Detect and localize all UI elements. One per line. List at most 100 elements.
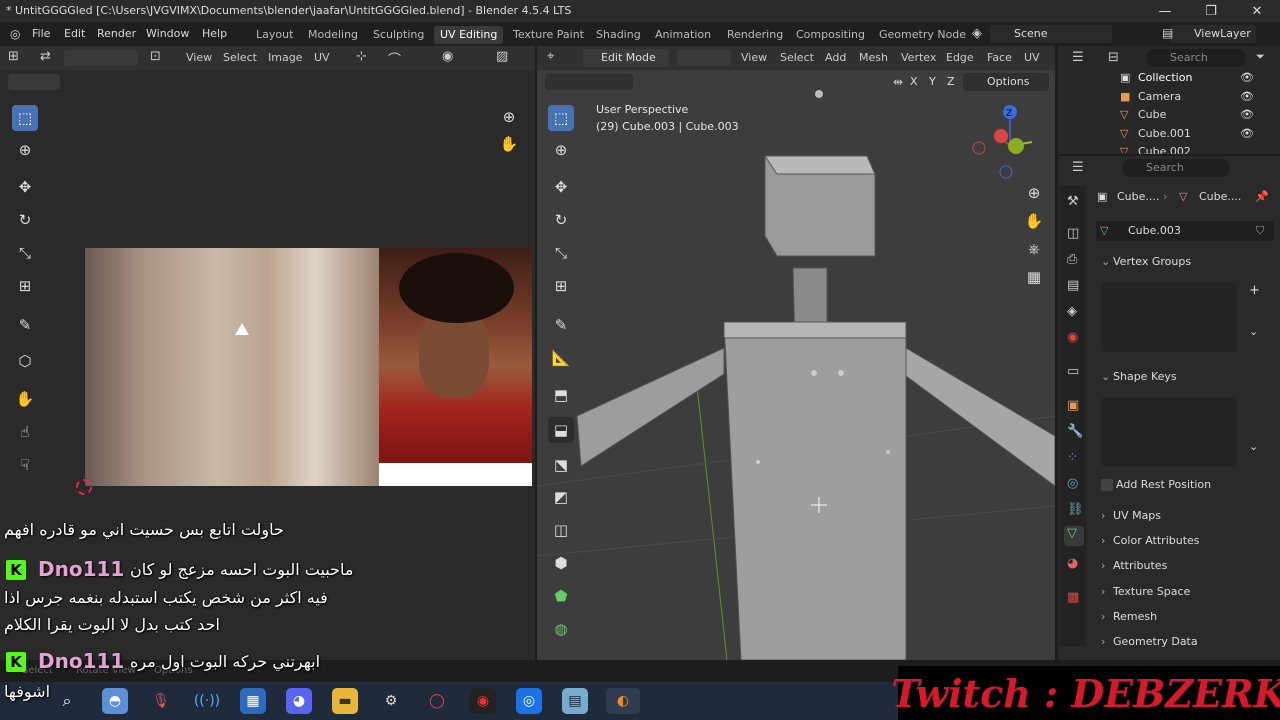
outliner-item-cube-001[interactable]: Cube.001 bbox=[1138, 127, 1191, 140]
pivot-icon[interactable]: ⊹ bbox=[356, 49, 367, 64]
annotate-tool-icon[interactable]: ✎ bbox=[12, 312, 38, 338]
discord-icon[interactable]: ◕ bbox=[286, 688, 312, 714]
object-tab-icon[interactable]: ▣ bbox=[1067, 398, 1079, 413]
rotate-tool-icon[interactable]: ↻ bbox=[12, 207, 38, 233]
mesh-data-selector[interactable]: ▽ Cube.003 ⛉ bbox=[1096, 221, 1274, 241]
2d-cursor-icon[interactable] bbox=[76, 479, 92, 495]
viewport-editor-type-icon[interactable]: ⌖ bbox=[547, 49, 554, 64]
pinch-tool-icon[interactable]: ☟ bbox=[12, 452, 38, 478]
broadcast-icon[interactable]: ((·)) bbox=[194, 688, 220, 714]
properties-search[interactable]: Search bbox=[1122, 159, 1230, 177]
scale-tool-icon[interactable]: ⤡ bbox=[12, 240, 38, 266]
shape-keys-label[interactable]: Shape Keys bbox=[1113, 370, 1177, 383]
texture-space-label[interactable]: Texture Space bbox=[1113, 585, 1190, 598]
move-tool-icon[interactable]: ✥ bbox=[12, 174, 38, 200]
outliner-filter-icon[interactable]: ⏷ bbox=[1256, 50, 1265, 64]
transform-tool-icon[interactable]: ⊞ bbox=[12, 273, 38, 299]
select-box-tool-icon[interactable]: ⬚ bbox=[12, 105, 38, 131]
geometry-data-label[interactable]: Geometry Data bbox=[1113, 635, 1198, 648]
particles-tab-icon[interactable]: ⁘ bbox=[1067, 450, 1078, 465]
view-layer-selector[interactable]: ViewLayer bbox=[1170, 25, 1256, 43]
zoom-icon[interactable]: ⊕ bbox=[496, 104, 522, 130]
breadcrumb-object[interactable]: Cube.... bbox=[1117, 190, 1159, 203]
pan-hand-icon[interactable]: ✋ bbox=[496, 131, 522, 157]
uv-menu-view[interactable]: View bbox=[186, 51, 212, 64]
chevron-down-icon[interactable]: ⌄ bbox=[1249, 440, 1258, 453]
collection-label[interactable]: Collection bbox=[1138, 71, 1192, 84]
blender-taskbar-icon[interactable]: ◐ bbox=[606, 688, 640, 714]
outliner-item-cube-002[interactable]: Cube.002 bbox=[1138, 145, 1191, 154]
uv-menu-select[interactable]: Select bbox=[223, 51, 257, 64]
vp-menu-edge[interactable]: Edge bbox=[946, 51, 974, 64]
outliner-search[interactable]: Search bbox=[1146, 49, 1246, 67]
uv-maps-label[interactable]: UV Maps bbox=[1113, 509, 1161, 522]
grab-tool-icon[interactable]: ✋ bbox=[12, 386, 38, 412]
sync-selection-icon[interactable]: ⇄ bbox=[40, 49, 51, 64]
menu-file[interactable]: File bbox=[32, 27, 50, 40]
tab-shading[interactable]: Shading bbox=[590, 26, 647, 44]
editor-type-icon[interactable]: ⊞ bbox=[8, 49, 19, 64]
vp-menu-mesh[interactable]: Mesh bbox=[859, 51, 888, 64]
obs-icon[interactable]: ◉ bbox=[470, 688, 496, 714]
navigation-gizmo[interactable]: Z bbox=[970, 102, 1054, 186]
tab-texture-paint[interactable]: Texture Paint bbox=[507, 26, 590, 44]
mesh-select-mode-buttons[interactable] bbox=[677, 50, 731, 66]
tab-rendering[interactable]: Rendering bbox=[721, 26, 789, 44]
fake-user-shield-icon[interactable]: ⛉ bbox=[1256, 224, 1264, 238]
outliner[interactable]: ☰ ⊟ Search ⏷ ▣ Collection ■ Camera ▽ Cub… bbox=[1058, 46, 1280, 154]
visibility-eye-icon[interactable]: 👁 bbox=[1240, 127, 1254, 140]
vertex-groups-label[interactable]: Vertex Groups bbox=[1113, 255, 1191, 268]
menu-edit[interactable]: Edit bbox=[64, 27, 85, 40]
uv-menu-image[interactable]: Image bbox=[268, 51, 302, 64]
collection-tab-icon[interactable]: ▭ bbox=[1067, 364, 1079, 379]
microphone-icon[interactable]: 🎙 bbox=[148, 688, 174, 714]
chevron-down-icon[interactable]: ⌄ bbox=[1249, 325, 1258, 338]
add-vertex-group-icon[interactable]: + bbox=[1249, 283, 1260, 298]
steam-icon[interactable]: ⚙ bbox=[378, 688, 404, 714]
mode-selector[interactable]: Edit Mode bbox=[583, 49, 669, 67]
texture-tab-icon[interactable]: ▩ bbox=[1067, 590, 1079, 605]
rip-tool-icon[interactable]: ⬡ bbox=[12, 348, 38, 374]
output-tab-icon[interactable]: ⎙ bbox=[1067, 252, 1077, 267]
proportional-edit-icon[interactable]: ◉ bbox=[442, 49, 453, 64]
vp-menu-face[interactable]: Face bbox=[987, 51, 1012, 64]
visibility-eye-icon[interactable]: 👁 bbox=[1240, 71, 1254, 84]
world-tab-icon[interactable]: ◉ bbox=[1067, 330, 1078, 345]
sticky-selection-icon[interactable]: ⊡ bbox=[150, 49, 161, 64]
tab-animation[interactable]: Animation bbox=[649, 26, 717, 44]
menu-window[interactable]: Window bbox=[146, 27, 189, 40]
select-mode-buttons[interactable] bbox=[64, 50, 138, 66]
breadcrumb-mesh[interactable]: Cube.... bbox=[1199, 190, 1241, 203]
vp-menu-vertex[interactable]: Vertex bbox=[901, 51, 936, 64]
tab-geometry-nodes[interactable]: Geometry Node bbox=[873, 26, 972, 44]
remesh-label[interactable]: Remesh bbox=[1113, 610, 1157, 623]
vertex-groups-list[interactable] bbox=[1101, 282, 1237, 352]
scene-selector[interactable]: Scene bbox=[990, 25, 1112, 43]
constraints-tab-icon[interactable]: ⛓ bbox=[1067, 502, 1084, 517]
vp-pan-icon[interactable]: ✋ bbox=[1021, 208, 1047, 234]
pin-icon[interactable]: 📌 bbox=[1255, 190, 1269, 203]
outliner-item-cube[interactable]: Cube bbox=[1138, 108, 1166, 121]
attributes-label[interactable]: Attributes bbox=[1113, 559, 1167, 572]
vp-ortho-grid-icon[interactable]: ▦ bbox=[1021, 264, 1047, 290]
menu-help[interactable]: Help bbox=[202, 27, 227, 40]
tab-uv-editing[interactable]: UV Editing bbox=[434, 26, 504, 44]
modifiers-tab-icon[interactable]: 🔧 bbox=[1067, 424, 1083, 439]
vp-zoom-icon[interactable]: ⊕ bbox=[1021, 180, 1047, 206]
mesh-data-name[interactable]: Cube.003 bbox=[1128, 224, 1181, 237]
render-tab-icon[interactable]: ◫ bbox=[1067, 226, 1079, 241]
tab-compositing[interactable]: Compositing bbox=[790, 26, 871, 44]
outliner-type-icon[interactable]: ☰ bbox=[1072, 50, 1084, 65]
snap-icon[interactable]: ⌒ bbox=[388, 49, 401, 68]
view-layer-tab-icon[interactable]: ▤ bbox=[1067, 278, 1079, 293]
material-tab-icon[interactable]: ◕ bbox=[1067, 556, 1078, 571]
3d-viewport[interactable]: ⌖ Edit Mode View Select Add Mesh Vertex … bbox=[537, 46, 1055, 660]
vp-menu-add[interactable]: Add bbox=[825, 51, 846, 64]
tab-layout[interactable]: Layout bbox=[250, 26, 299, 44]
data-tab-icon[interactable]: ▽ bbox=[1064, 526, 1084, 546]
store-icon[interactable]: ▦ bbox=[240, 688, 266, 714]
notepad-icon[interactable]: ▤ bbox=[562, 688, 588, 714]
tab-modeling[interactable]: Modeling bbox=[302, 26, 364, 44]
add-rest-position-checkbox[interactable] bbox=[1101, 479, 1113, 491]
opera-icon[interactable]: ◯ bbox=[424, 688, 450, 714]
